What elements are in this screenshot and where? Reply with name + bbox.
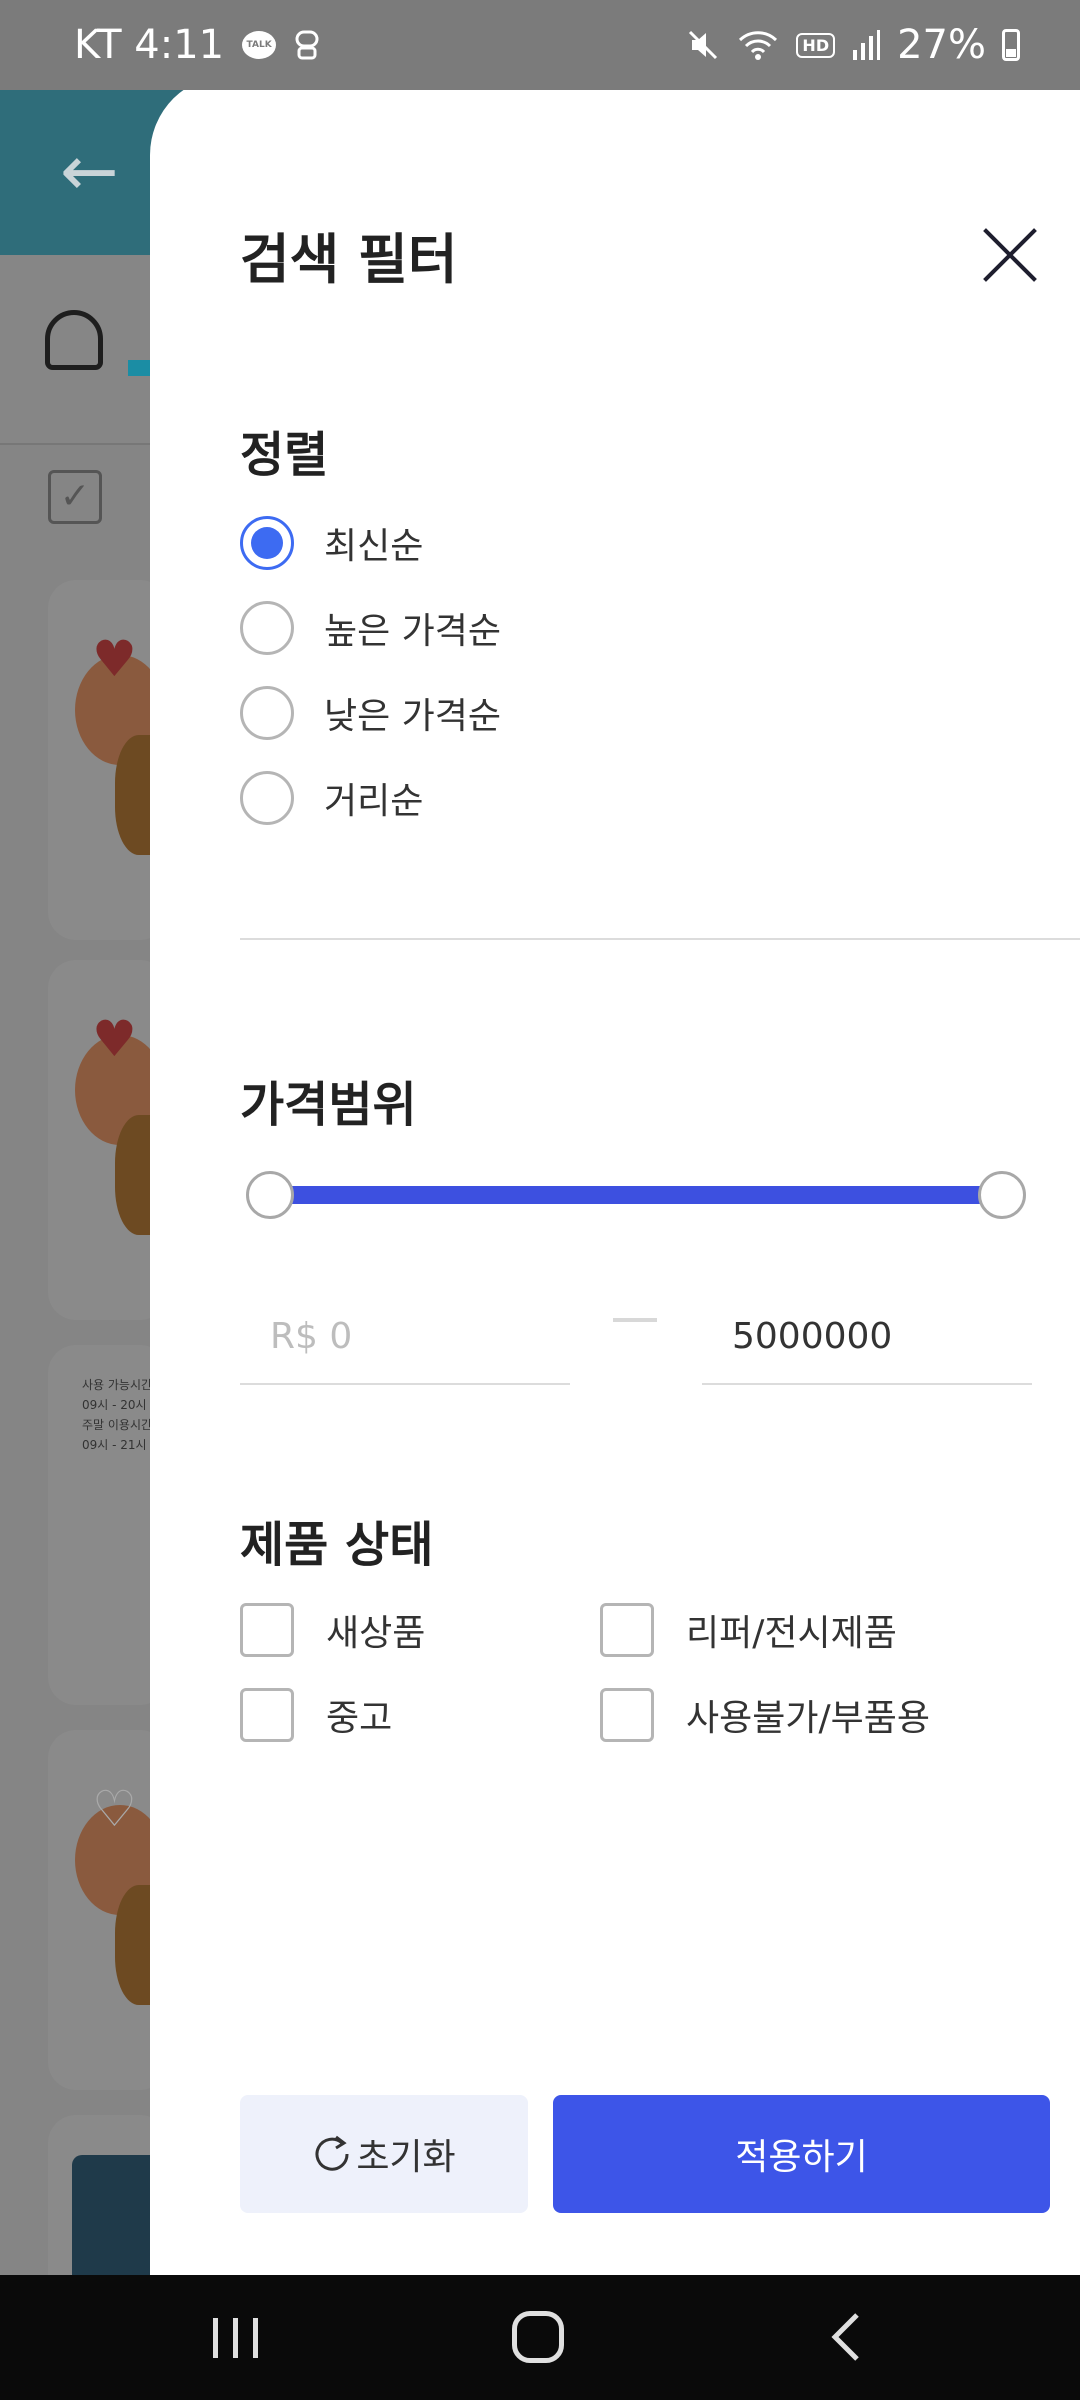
price-min-input[interactable] bbox=[240, 1290, 570, 1385]
hd-voice-icon: HD bbox=[796, 32, 836, 58]
sort-option-latest[interactable]: 최신순 bbox=[240, 515, 423, 571]
radio-unchecked-icon[interactable] bbox=[240, 686, 294, 740]
price-slider-track[interactable] bbox=[270, 1186, 1000, 1204]
heart-icon: ♥ bbox=[92, 1010, 137, 1068]
condition-section-title: 제품 상태 bbox=[240, 1517, 434, 1573]
status-right: HD 27% bbox=[686, 22, 1020, 68]
refresh-icon bbox=[312, 2134, 352, 2174]
signal-icon bbox=[851, 28, 881, 62]
recents-icon[interactable] bbox=[213, 2305, 258, 2370]
background-checkbox: ✓ bbox=[48, 470, 102, 524]
home-icon[interactable] bbox=[512, 2311, 564, 2363]
checkbox-label: 사용불가/부품용 bbox=[686, 1698, 930, 1739]
notification-app-icon bbox=[294, 28, 320, 62]
navigation-bar bbox=[0, 2275, 1080, 2400]
checkbox-icon[interactable] bbox=[600, 1603, 654, 1657]
price-range-dash bbox=[613, 1318, 657, 1322]
radio-checked-icon[interactable] bbox=[240, 516, 294, 570]
condition-new[interactable]: 새상품 bbox=[240, 1602, 425, 1658]
carrier-time: KT 4:11 bbox=[74, 22, 225, 68]
price-slider-min-handle[interactable] bbox=[246, 1171, 294, 1219]
price-max-input[interactable] bbox=[702, 1290, 1032, 1385]
condition-for-parts[interactable]: 사용불가/부품용 bbox=[600, 1687, 930, 1743]
heart-outline-icon: ♡ bbox=[92, 1780, 137, 1838]
battery-icon bbox=[1002, 29, 1020, 61]
back-arrow-icon: ← bbox=[60, 130, 119, 212]
sort-option-high-price[interactable]: 높은 가격순 bbox=[240, 600, 501, 656]
heart-icon: ♥ bbox=[92, 630, 137, 688]
back-icon[interactable] bbox=[825, 2305, 865, 2370]
reset-button-label: 초기화 bbox=[356, 2137, 456, 2178]
radio-label: 최신순 bbox=[324, 526, 424, 567]
checkbox-icon[interactable] bbox=[240, 1603, 294, 1657]
bell-icon bbox=[45, 310, 103, 370]
price-slider-max-handle[interactable] bbox=[978, 1171, 1026, 1219]
filter-panel: 검색 필터 정렬 최신순 높은 가격순 낮은 가격순 거리순 가격범위 제품 상… bbox=[150, 75, 1080, 2275]
sort-option-low-price[interactable]: 낮은 가격순 bbox=[240, 685, 501, 741]
close-icon[interactable] bbox=[980, 225, 1040, 285]
mute-icon bbox=[686, 28, 720, 62]
price-section-title: 가격범위 bbox=[240, 1077, 417, 1133]
status-bar: KT 4:11 TALK HD 27% bbox=[0, 0, 1080, 90]
battery-percent: 27% bbox=[897, 22, 986, 68]
sort-option-distance[interactable]: 거리순 bbox=[240, 770, 423, 826]
apply-button[interactable]: 적용하기 bbox=[553, 2095, 1050, 2213]
checkbox-label: 새상품 bbox=[326, 1613, 426, 1654]
reset-button[interactable]: 초기화 bbox=[240, 2095, 528, 2213]
status-left: KT 4:11 TALK bbox=[74, 22, 320, 68]
checkbox-icon[interactable] bbox=[240, 1688, 294, 1742]
divider bbox=[240, 938, 1080, 940]
checkbox-label: 중고 bbox=[326, 1698, 393, 1739]
talk-icon: TALK bbox=[242, 31, 277, 59]
checkbox-icon[interactable] bbox=[600, 1688, 654, 1742]
checkbox-label: 리퍼/전시제품 bbox=[686, 1613, 897, 1654]
radio-unchecked-icon[interactable] bbox=[240, 601, 294, 655]
radio-label: 낮은 가격순 bbox=[324, 696, 502, 737]
wifi-icon bbox=[736, 28, 780, 62]
condition-refurbished[interactable]: 리퍼/전시제품 bbox=[600, 1602, 897, 1658]
radio-label: 거리순 bbox=[324, 781, 424, 822]
panel-title: 검색 필터 bbox=[240, 228, 458, 291]
background-snippet: 사용 가능시간 09시 - 20시 주말 이용시간 09시 - 21시 bbox=[82, 1378, 153, 1452]
condition-used[interactable]: 중고 bbox=[240, 1687, 392, 1743]
radio-unchecked-icon[interactable] bbox=[240, 771, 294, 825]
sort-section-title: 정렬 bbox=[240, 427, 329, 483]
radio-label: 높은 가격순 bbox=[324, 611, 502, 652]
